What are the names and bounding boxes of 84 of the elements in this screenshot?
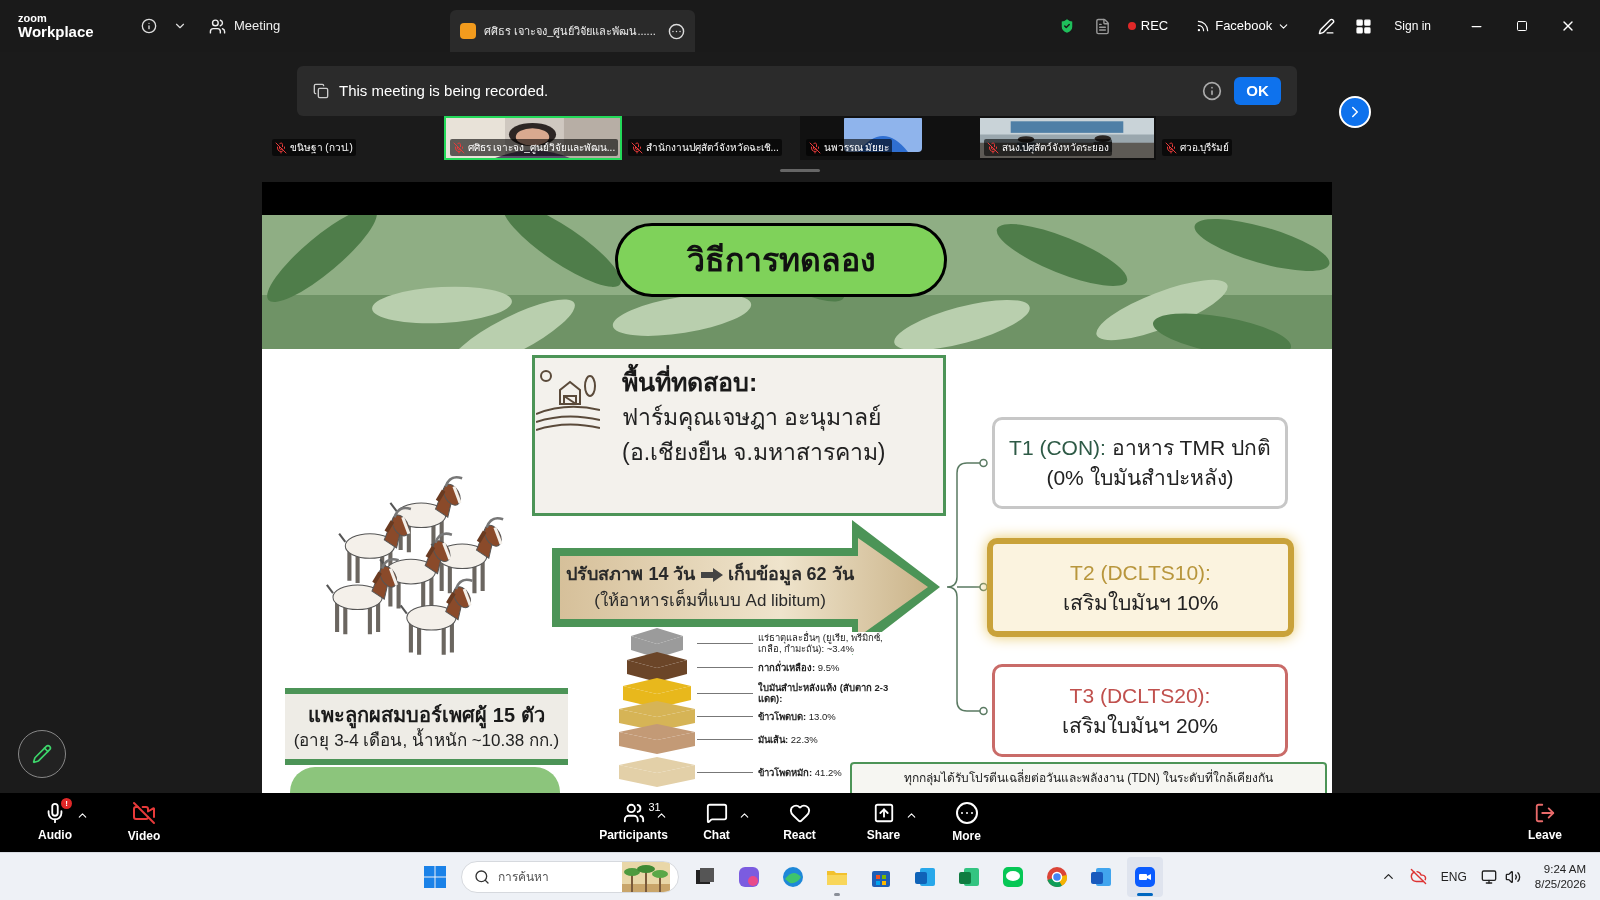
treatment-note: (0% ใบมันสำปะหลัง) (1046, 465, 1234, 491)
participant-name: ขนิษฐา (กวป.) (289, 141, 353, 155)
participants-button[interactable]: 31 Participants (598, 796, 669, 849)
share-button[interactable]: Share (848, 796, 919, 849)
video-button[interactable]: Video (109, 796, 179, 849)
rss-icon (1196, 19, 1211, 33)
phase-text: เก็บข้อมูล 62 วัน (727, 561, 854, 588)
search-input[interactable]: การค้นหา (498, 867, 618, 886)
logo-text: Workplace (18, 24, 95, 39)
search-field[interactable]: การค้นหา (461, 860, 679, 893)
pencil-icon (32, 744, 52, 764)
people-icon (622, 801, 645, 824)
network-icon[interactable] (1480, 868, 1497, 885)
video-tile[interactable]: สนง.ปศุสัตว์จังหวัดระยอง (977, 116, 1156, 160)
upload-icon (872, 801, 895, 824)
site-heading: พื้นที่ทดสอบ: (622, 364, 886, 400)
drag-handle[interactable] (780, 169, 820, 172)
arrow-icon (700, 567, 723, 582)
participant-name: นพวรรณ มัยยะ (823, 141, 890, 155)
more-button[interactable]: More (931, 796, 1002, 849)
clock-date: 8/25/2026 (1534, 876, 1586, 892)
pen-icon[interactable] (1318, 17, 1336, 35)
leave-button[interactable]: Leave (1510, 796, 1580, 849)
copy-icon (313, 83, 329, 99)
video-tile[interactable]: นพวรรณ มัยยะ (799, 116, 978, 160)
info-icon[interactable] (1202, 81, 1222, 101)
app-badge-icon (460, 23, 477, 39)
running-indicator (1137, 892, 1153, 896)
video-tile[interactable]: ศศิธร เจาะจง_ศูนย์วิจัยและพัฒน... (443, 116, 622, 160)
language-indicator[interactable]: ENG (1440, 867, 1467, 886)
chat-button[interactable]: Chat (681, 796, 752, 849)
phase-text: ปรับสภาพ 14 วัน (566, 563, 696, 587)
phase-note: (ให้อาหารเต็มที่แบบ Ad libitum) (594, 588, 826, 614)
stream-button[interactable]: Facebook (1196, 16, 1291, 36)
leader-line (697, 738, 753, 740)
treatment-note: เสริมใบมันฯ 10% (1062, 589, 1219, 616)
treatment-note: เสริมใบมันฯ 20% (1062, 712, 1218, 739)
react-button[interactable]: React (764, 796, 835, 849)
slide-title: วิธีการทดลอง (686, 241, 876, 280)
logo-text: zoom (18, 13, 48, 24)
cloud-off-icon[interactable] (1409, 868, 1427, 885)
speaker-icon[interactable] (1504, 868, 1521, 885)
exit-icon (1534, 801, 1556, 824)
animal-note: (อายุ 3-4 เดือน, น้ำหนัก ~10.38 กก.) (293, 728, 560, 753)
annotate-button[interactable] (18, 730, 66, 778)
people-icon (209, 17, 226, 35)
audio-button[interactable]: ! Audio (20, 796, 90, 849)
meeting-button[interactable]: Meeting (209, 16, 281, 36)
alert-badge: ! (61, 797, 72, 809)
more-icon (954, 800, 979, 825)
treatment-title: T3 (DCLTS20): (1069, 682, 1211, 709)
search-icon (474, 868, 490, 885)
participant-name: ศศิธร เจาะจง_ศูนย์วิจัยและพัฒน... (467, 141, 616, 155)
site-text: ฟาร์มคุณเจษฎา อะนุมาลย์ (622, 403, 883, 433)
banner-message: This meeting is being recorded. (339, 80, 549, 101)
document-icon[interactable] (1093, 17, 1111, 35)
leader-line (697, 715, 753, 717)
clock[interactable]: 9:24 AM 8/25/2026 (1534, 861, 1586, 892)
running-indicator (834, 892, 840, 896)
next-page-button[interactable] (1339, 96, 1371, 128)
camera-icon (132, 800, 156, 825)
leader-line (697, 666, 753, 668)
more-icon[interactable] (668, 22, 686, 40)
windows-start-icon[interactable] (423, 864, 447, 889)
grid-icon[interactable] (1355, 17, 1373, 35)
ok-button[interactable]: OK (1234, 77, 1281, 105)
recording-indicator[interactable]: REC (1127, 16, 1169, 36)
treatment-title: T1 (CON): อาหาร TMR ปกติ (1009, 435, 1271, 461)
tab-title: ศศิธร เจาะจง_ศูนย์วิจัยและพัฒน...... (484, 23, 656, 40)
leader-line (697, 771, 753, 773)
participant-name: สำนักงานปศุสัตว์จังหวัดฉะเชิ... (645, 141, 779, 155)
meeting-tab[interactable]: ศศิธร เจาะจง_ศูนย์วิจัยและพัฒน...... (450, 10, 696, 52)
sign-in-link[interactable]: Sign in (1394, 17, 1431, 35)
chat-bubble-icon (705, 801, 728, 824)
leader-line (697, 692, 753, 694)
site-text: (อ.เชียงยืน จ.มหาสารคาม) (622, 438, 886, 467)
participant-name: ศวอ.บุรีรัมย์ (1179, 141, 1230, 155)
clock-time: 9:24 AM (1543, 861, 1586, 877)
maximize-icon[interactable] (1516, 20, 1528, 32)
animal-heading: แพะลูกผสมบอร์เพศผู้ 15 ตัว (308, 700, 545, 729)
participant-count: 31 (648, 799, 661, 815)
treatment-title: T2 (DCLTS10): (1070, 559, 1211, 586)
leader-line (697, 642, 753, 644)
participant-name: สนง.ปศุสัตว์จังหวัดระยอง (1001, 141, 1110, 155)
